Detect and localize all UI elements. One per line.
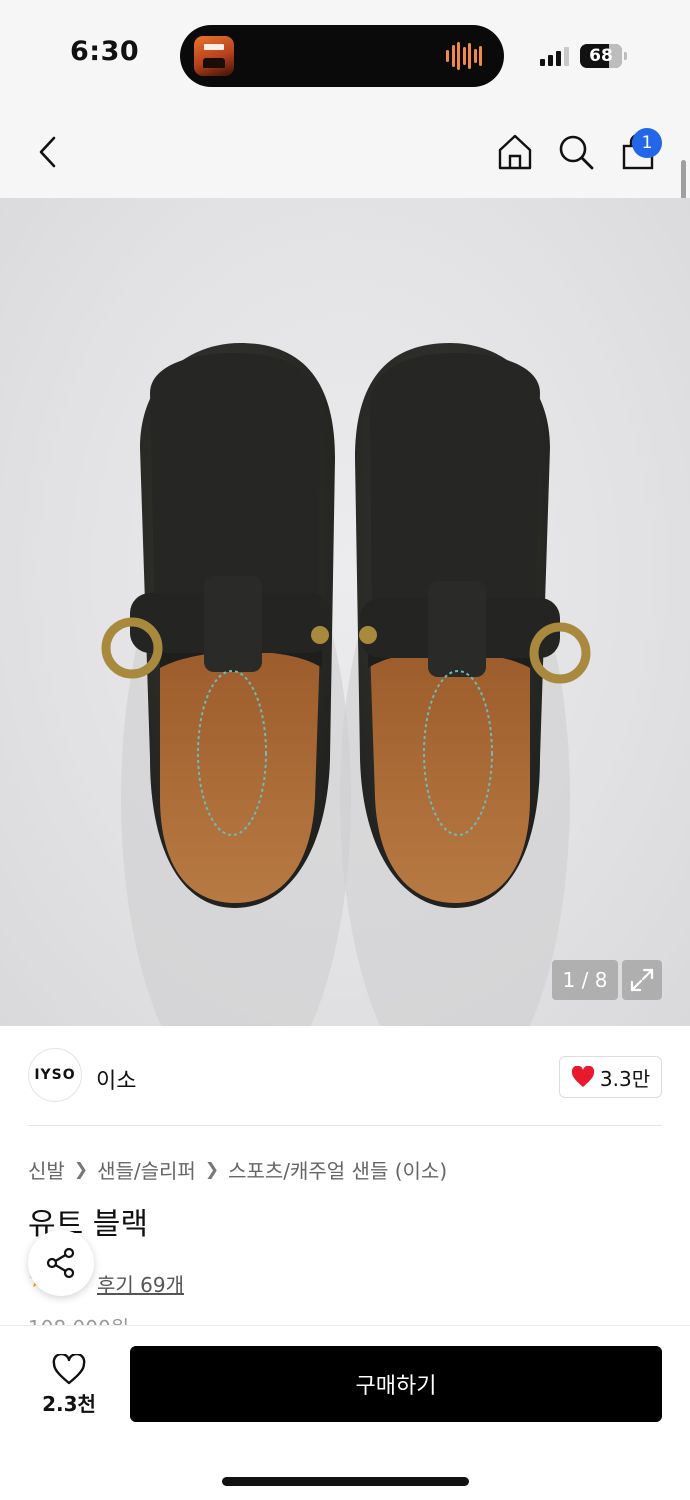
product-price: 108,000원 — [28, 1312, 129, 1326]
home-button[interactable] — [491, 128, 539, 176]
status-bar: 6:30 68 — [0, 0, 690, 110]
expand-icon — [630, 968, 654, 992]
breadcrumb-chevron-icon: ❯ — [73, 1159, 89, 1180]
home-icon — [498, 134, 532, 170]
home-indicator[interactable] — [222, 1477, 469, 1486]
breadcrumb-item[interactable]: 샌들/슬리퍼 — [97, 1155, 196, 1184]
share-icon — [46, 1247, 75, 1279]
search-icon — [559, 135, 594, 170]
chevron-left-icon — [39, 136, 56, 168]
brand-row: IYSO 이소 3.3만 — [0, 1026, 690, 1126]
product-image[interactable] — [0, 198, 690, 1026]
search-button[interactable] — [552, 128, 600, 176]
breadcrumb-chevron-icon: ❯ — [204, 1159, 220, 1180]
buy-button[interactable]: 구매하기 — [130, 1346, 662, 1422]
image-counter: 1 / 8 — [552, 960, 618, 1000]
heart-filled-icon — [571, 1066, 594, 1087]
expand-image-button[interactable] — [622, 960, 662, 1000]
brand-like-button[interactable]: 3.3만 — [559, 1056, 662, 1098]
wishlist-button[interactable]: 2.3천 — [28, 1348, 110, 1422]
brand-name[interactable]: 이소 — [96, 1063, 136, 1095]
reviews-link[interactable]: 후기 69개 — [97, 1269, 184, 1298]
live-activity-app-icon — [194, 36, 234, 76]
brand-logo[interactable]: IYSO — [28, 1048, 82, 1102]
bottom-action-bar: 2.3천 구매하기 — [0, 1325, 690, 1500]
brand-like-count: 3.3만 — [599, 1066, 651, 1091]
wishlist-count: 2.3천 — [42, 1391, 96, 1416]
top-nav-bar — [0, 110, 690, 198]
cellular-signal-icon — [540, 46, 570, 66]
breadcrumb-item[interactable]: 스포츠/캐주얼 샌들 (이소) — [228, 1155, 447, 1184]
heart-outline-icon — [52, 1353, 86, 1384]
breadcrumb: 신발 ❯ 샌들/슬리퍼 ❯ 스포츠/캐주얼 샌들 (이소) — [28, 1155, 447, 1184]
status-time: 6:30 — [70, 36, 140, 67]
product-photo-clogs — [101, 343, 591, 1026]
audio-waveform-icon — [446, 42, 482, 70]
breadcrumb-item[interactable]: 신발 — [28, 1155, 65, 1184]
share-button[interactable] — [28, 1230, 94, 1296]
cart-count-badge: 1 — [632, 128, 662, 158]
divider — [28, 1125, 662, 1126]
battery-level: 68 — [589, 46, 613, 66]
battery-icon: 68 — [580, 44, 627, 68]
back-button[interactable] — [24, 128, 72, 176]
dynamic-island[interactable] — [180, 25, 504, 87]
